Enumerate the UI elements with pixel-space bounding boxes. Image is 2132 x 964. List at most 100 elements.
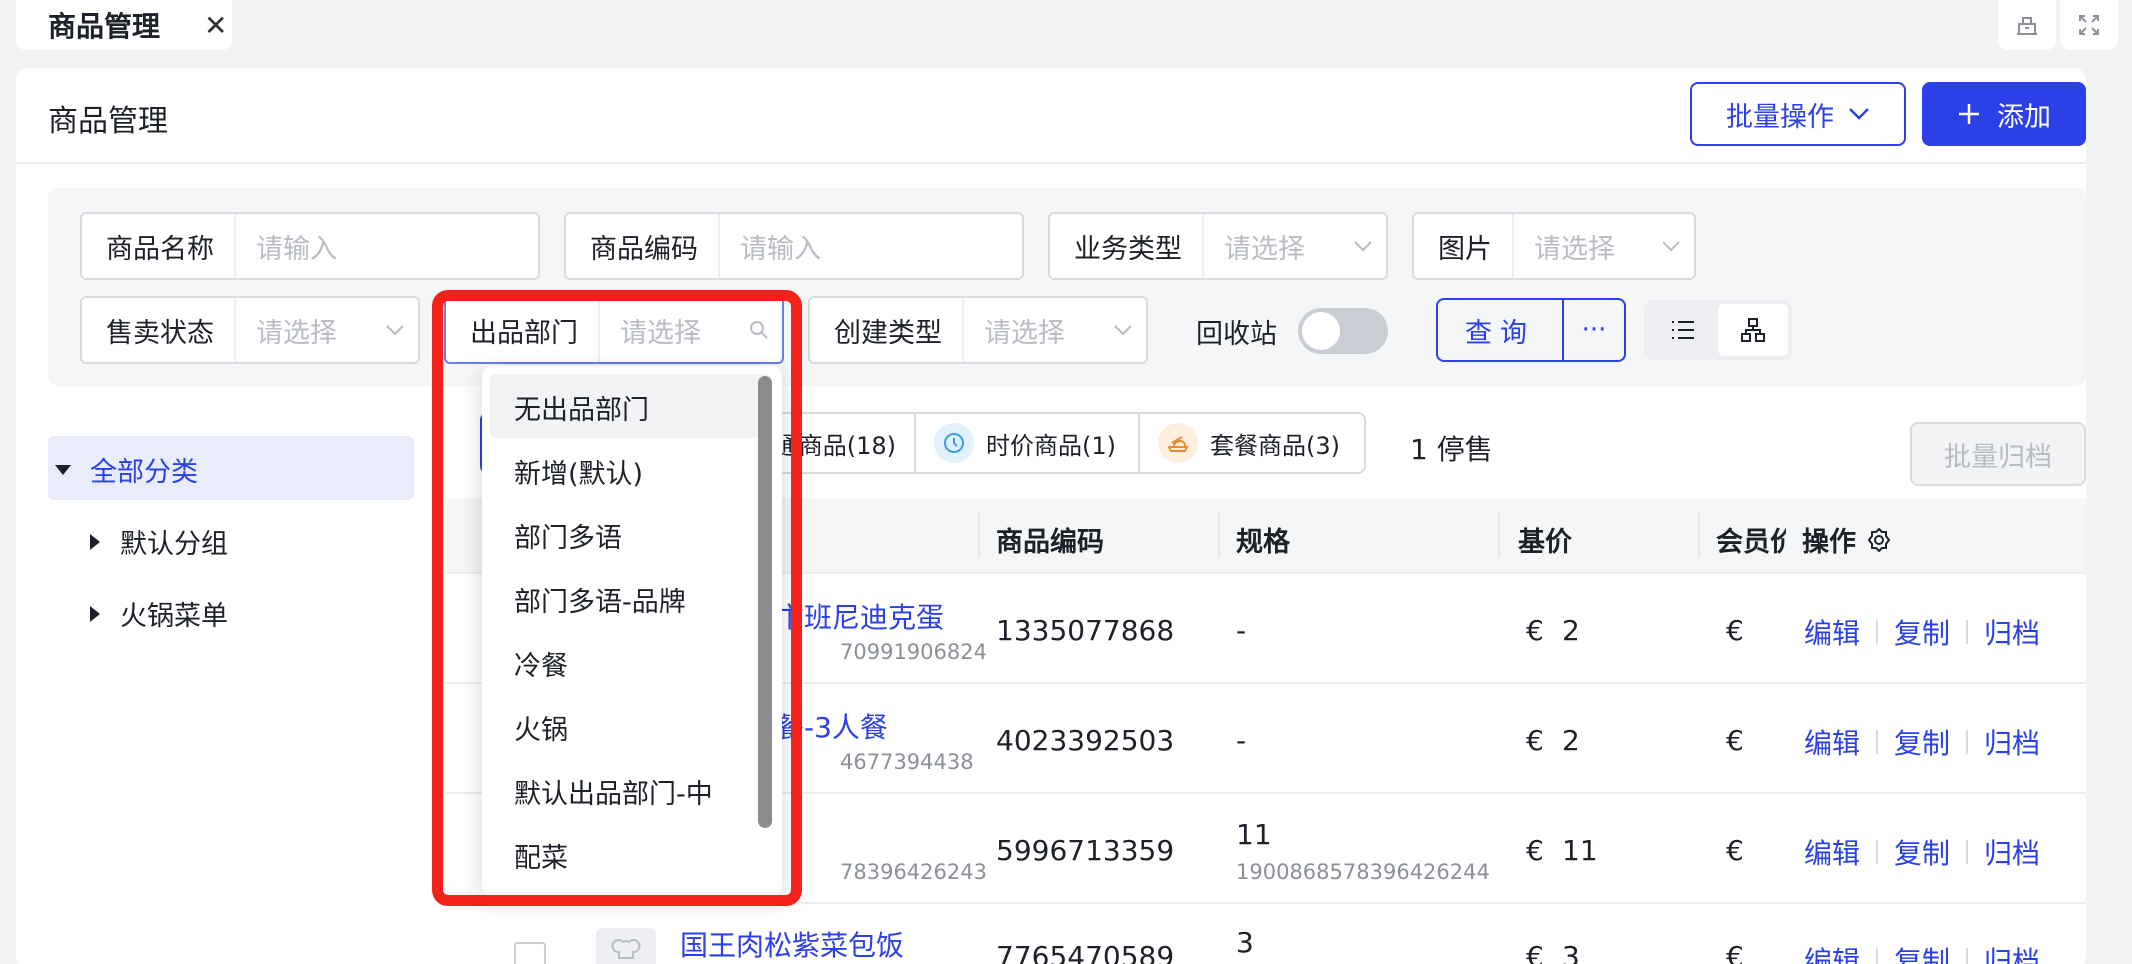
chef-hat-icon (611, 939, 641, 959)
field-placeholder: 请输入 (256, 233, 337, 265)
combo-icon (1158, 423, 1198, 463)
tab-label: 商品管理 (48, 10, 161, 43)
header-actions-label: 操作 (1802, 527, 1856, 558)
batch-archive-button[interactable]: 批量归档 (1910, 422, 2086, 486)
product-code: 7765470589 (996, 940, 1175, 964)
edit-link[interactable]: 编辑 (1804, 612, 1860, 652)
tree-item-hotpot[interactable]: 火锅菜单 (88, 594, 228, 633)
add-button[interactable]: 添加 (1922, 82, 2086, 146)
product-code-field[interactable]: 商品编码 请输入 (564, 212, 1024, 280)
edit-link[interactable]: 编辑 (1804, 722, 1860, 762)
field-label: 商品编码 (590, 233, 698, 265)
product-spec: 11 (1236, 818, 1272, 851)
row-actions: 编辑 复制 归档 (1804, 612, 2040, 652)
recycle-bin-toggle[interactable] (1298, 308, 1388, 354)
chevron-down-icon (1100, 324, 1146, 336)
product-name-link[interactable]: 国王肉松紫菜包饭 (680, 924, 904, 964)
tab-label: 套餐商品(3) (1210, 431, 1340, 460)
view-switch (1644, 300, 1792, 360)
copy-link[interactable]: 复制 (1894, 722, 1950, 762)
caret-right-icon (90, 605, 100, 622)
field-label: 创建类型 (834, 317, 942, 349)
business-type-select[interactable]: 业务类型 请选择 (1048, 212, 1388, 280)
product-thumbnail (596, 928, 656, 964)
sale-status-select[interactable]: 售卖状态 请选择 (80, 296, 420, 364)
field-label: 商品名称 (106, 233, 214, 265)
field-placeholder: 请选择 (984, 317, 1065, 349)
tree-label: 全部分类 (90, 457, 198, 488)
batch-label: 批量操作 (1726, 101, 1834, 133)
header-member-price: 会员价 (1716, 527, 1786, 558)
query-button-group: 查询 ··· (1436, 298, 1626, 362)
fullscreen-icon[interactable] (2060, 0, 2118, 50)
header-code: 商品编码 (996, 527, 1104, 558)
header-price: 基价 (1518, 527, 1572, 558)
clock-icon (934, 423, 974, 463)
tab-combo-products[interactable]: 套餐商品(3) (1138, 412, 1366, 474)
home-icon[interactable] (1998, 0, 2056, 50)
close-icon[interactable]: ✕ (204, 9, 227, 42)
member-price: € (1726, 834, 1744, 867)
field-label: 售卖状态 (106, 317, 214, 349)
add-label: 添加 (1997, 101, 2051, 133)
highlight-box (432, 290, 802, 906)
caret-right-icon (90, 533, 100, 550)
image-select[interactable]: 图片 请选择 (1412, 212, 1696, 280)
edit-link[interactable]: 编辑 (1804, 940, 1860, 964)
tab-product-management[interactable]: 商品管理 ✕ (16, 0, 232, 50)
list-view-icon[interactable] (1648, 304, 1718, 356)
plus-icon (1959, 104, 1979, 124)
header-spec: 规格 (1236, 527, 1290, 558)
product-code: 1335077868 (996, 614, 1175, 647)
stop-sale-count[interactable]: 1 停售 (1410, 428, 1493, 468)
product-spec-sub: 1900868578396426244 (1236, 860, 1490, 884)
tab-timed-products[interactable]: 时价商品(1) (914, 412, 1140, 474)
field-placeholder: 请选择 (256, 317, 337, 349)
chevron-down-icon (1648, 240, 1694, 252)
tree-label: 默认分组 (120, 529, 228, 560)
row-actions: 编辑 复制 归档 (1804, 940, 2040, 964)
row-checkbox[interactable] (514, 942, 546, 964)
field-placeholder: 请选择 (1224, 233, 1305, 265)
copy-link[interactable]: 复制 (1894, 612, 1950, 652)
tree-item-default[interactable]: 默认分组 (88, 522, 228, 561)
more-button[interactable]: ··· (1564, 300, 1624, 360)
tab-label: 时价商品(1) (986, 431, 1116, 460)
batch-operation-button[interactable]: 批量操作 (1690, 82, 1906, 146)
copy-link[interactable]: 复制 (1894, 832, 1950, 872)
recycle-bin-label: 回收站 (1196, 319, 1277, 350)
currency: € (1526, 614, 1544, 647)
field-placeholder: 请选择 (1534, 233, 1615, 265)
chevron-down-icon (1340, 240, 1386, 252)
tree-view-icon[interactable] (1718, 304, 1788, 356)
copy-link[interactable]: 复制 (1894, 940, 1950, 964)
edit-link[interactable]: 编辑 (1804, 832, 1860, 872)
base-price: 2 (1562, 724, 1580, 757)
archive-link[interactable]: 归档 (1984, 612, 2040, 652)
archive-link[interactable]: 归档 (1984, 722, 2040, 762)
divider (16, 162, 2086, 164)
member-price: € (1726, 614, 1744, 647)
currency: € (1526, 834, 1544, 867)
page-title: 商品管理 (48, 104, 168, 139)
archive-link[interactable]: 归档 (1984, 940, 2040, 964)
product-spec: - (1236, 724, 1247, 757)
base-price: 11 (1562, 834, 1598, 867)
product-code: 5996713359 (996, 834, 1175, 867)
header-actions: 操作 (1802, 520, 1892, 559)
product-id: 70991906824 (840, 640, 987, 664)
query-button[interactable]: 查询 (1438, 300, 1564, 360)
base-price: 2 (1562, 614, 1580, 647)
row-actions: 编辑 复制 归档 (1804, 722, 2040, 762)
tree-label: 火锅菜单 (120, 601, 228, 632)
row-actions: 编辑 复制 归档 (1804, 832, 2040, 872)
tree-item-all[interactable]: 全部分类 (54, 450, 198, 489)
base-price: 3 (1562, 940, 1580, 964)
create-type-select[interactable]: 创建类型 请选择 (808, 296, 1148, 364)
archive-link[interactable]: 归档 (1984, 832, 2040, 872)
product-code: 4023392503 (996, 724, 1175, 757)
gear-icon[interactable] (1866, 527, 1892, 553)
field-placeholder: 请输入 (740, 233, 821, 265)
product-name-field[interactable]: 商品名称 请输入 (80, 212, 540, 280)
product-id: 4677394438 (840, 750, 974, 774)
